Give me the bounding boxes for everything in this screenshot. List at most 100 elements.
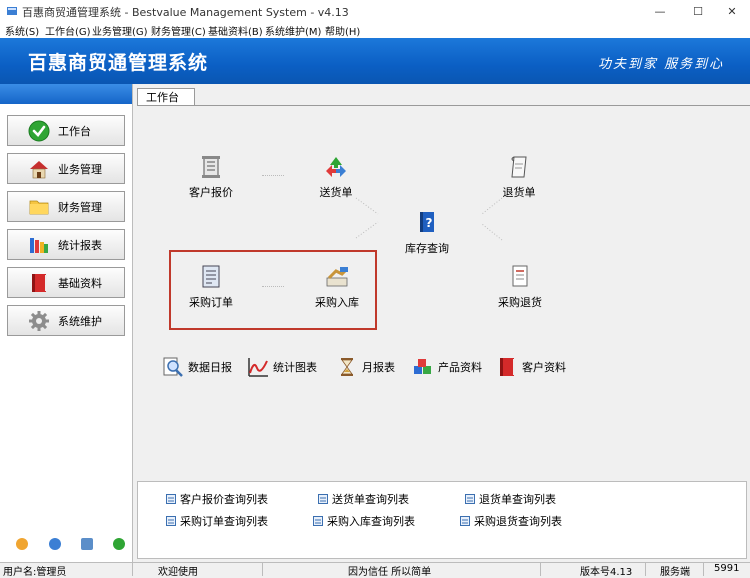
link-purchase-in-query[interactable]: 采购入库查询列表 <box>313 513 415 529</box>
magnifier-icon <box>163 357 183 377</box>
hourglass-icon <box>341 358 353 376</box>
list-icon <box>465 494 475 504</box>
link-delivery-query[interactable]: 送货单查询列表 <box>318 491 409 507</box>
title-bar: 百惠商贸通管理系统 - Bestvalue Management System … <box>0 0 750 22</box>
menu-finance[interactable]: 财务管理(C) <box>151 23 206 38</box>
red-book-icon <box>32 273 47 292</box>
link-label: 客户报价查询列表 <box>180 493 268 506</box>
paper-icon <box>511 156 527 178</box>
quick-link-customer-data[interactable]: 客户资料 <box>496 356 566 378</box>
quick-link-monthly-report[interactable]: 月报表 <box>336 356 395 378</box>
form-icon <box>202 265 220 288</box>
flow-customer-quote[interactable]: 客户报价 <box>183 154 239 200</box>
status-service-value: 5991 <box>714 563 740 574</box>
link-label: 采购入库查询列表 <box>327 515 415 528</box>
app-icon <box>7 7 17 15</box>
menu-bar: 系统(S) 工作台(G) 业务管理(G) 财务管理(C) 基础资料(B) 系统维… <box>0 22 750 38</box>
quick-link-product-data[interactable]: 产品资料 <box>412 356 482 378</box>
app-name: 百惠商贸通管理系统 <box>28 52 209 74</box>
sidebar-item-workbench[interactable]: 工作台 <box>7 115 125 146</box>
tab-divider <box>137 105 750 106</box>
close-icon: ✕ <box>727 4 737 18</box>
sidebar-item-label: 业务管理 <box>58 162 102 176</box>
red-book-icon <box>500 358 515 376</box>
menu-basic-data[interactable]: 基础资料(B) <box>208 23 263 38</box>
list-icon <box>166 494 176 504</box>
books-icon <box>30 237 48 253</box>
house-icon <box>30 160 48 178</box>
link-purchase-return-query[interactable]: 采购退货查询列表 <box>460 513 562 529</box>
menu-help[interactable]: 帮助(H) <box>325 23 360 38</box>
link-label: 采购退货查询列表 <box>474 515 562 528</box>
sidebar-item-label: 工作台 <box>58 124 91 138</box>
link-quote-query[interactable]: 客户报价查询列表 <box>166 491 268 507</box>
quick-link-label: 月报表 <box>362 361 395 374</box>
folder-icon <box>29 200 49 214</box>
flow-label: 客户报价 <box>189 186 233 199</box>
tab-workbench[interactable]: 工作台 <box>137 88 195 106</box>
scroll-icon <box>202 156 220 178</box>
link-purchase-order-query[interactable]: 采购订单查询列表 <box>166 513 268 529</box>
quick-link-stat-chart[interactable]: 统计图表 <box>247 356 317 378</box>
minimize-button[interactable]: — <box>642 0 678 22</box>
link-return-query[interactable]: 退货单查询列表 <box>465 491 556 507</box>
search-icon[interactable] <box>81 538 93 550</box>
sidebar-item-reports[interactable]: 统计报表 <box>7 229 125 260</box>
flow-purchase-return[interactable]: 采购退货 <box>492 264 548 310</box>
flow-purchase-in[interactable]: 采购入库 <box>309 264 365 310</box>
link-label: 退货单查询列表 <box>479 493 556 506</box>
header-banner: 百惠商贸通管理系统 功夫到家 服务到心 <box>0 38 750 84</box>
sidebar-item-maintenance[interactable]: 系统维护 <box>7 305 125 336</box>
sidebar-item-label: 财务管理 <box>58 200 102 214</box>
sidebar-item-label: 统计报表 <box>58 238 102 252</box>
close-button[interactable]: ✕ <box>714 0 750 22</box>
sidebar-item-finance[interactable]: 财务管理 <box>7 191 125 222</box>
flow-label: 采购订单 <box>189 296 233 309</box>
handshake-icon <box>326 267 348 287</box>
refresh-icon[interactable] <box>113 538 125 550</box>
status-separator <box>703 563 704 576</box>
quick-link-label: 产品资料 <box>438 361 482 374</box>
menu-maintenance[interactable]: 系统维护(M) <box>265 23 321 38</box>
flow-connector <box>262 286 284 287</box>
menu-system[interactable]: 系统(S) <box>5 23 39 38</box>
sidebar-item-label: 基础资料 <box>58 276 102 290</box>
clock-icon[interactable] <box>49 538 61 550</box>
flow-label: 采购退货 <box>498 296 542 309</box>
link-label: 送货单查询列表 <box>332 493 409 506</box>
sidebar-item-basic-data[interactable]: 基础资料 <box>7 267 125 298</box>
list-icon <box>460 516 470 526</box>
list-icon <box>313 516 323 526</box>
slogan: 功夫到家 服务到心 <box>598 57 725 72</box>
gear-icon <box>29 310 49 331</box>
menu-workbench[interactable]: 工作台(G) <box>45 23 91 38</box>
status-separator <box>262 563 263 576</box>
chart-icon <box>248 358 268 377</box>
flow-label: 送货单 <box>319 186 353 199</box>
status-separator <box>540 563 541 576</box>
sidebar-item-business[interactable]: 业务管理 <box>7 153 125 184</box>
maximize-icon: ☐ <box>693 4 703 18</box>
window-title: 百惠商贸通管理系统 - Bestvalue Management System … <box>22 6 349 19</box>
flow-purchase-order[interactable]: 采购订单 <box>183 264 239 310</box>
quick-link-label: 统计图表 <box>273 361 317 374</box>
document-icon <box>512 265 528 287</box>
list-icon <box>318 494 328 504</box>
link-label: 采购订单查询列表 <box>180 515 268 528</box>
sidebar-header <box>0 84 132 104</box>
flow-connector <box>262 175 284 176</box>
sidebar-item-label: 系统维护 <box>58 314 102 328</box>
maximize-button[interactable]: ☐ <box>680 0 716 22</box>
cubes-icon <box>414 359 431 374</box>
quick-link-label: 客户资料 <box>522 361 566 374</box>
menu-business[interactable]: 业务管理(G) <box>92 23 148 38</box>
edit-icon[interactable] <box>16 538 28 550</box>
quick-link-label: 数据日报 <box>188 361 232 374</box>
check-icon <box>28 120 50 141</box>
flow-label: 采购入库 <box>315 296 359 309</box>
flow-connectors <box>355 197 503 241</box>
recycle-icon <box>326 157 346 177</box>
status-separator <box>132 563 133 576</box>
quick-link-daily-report[interactable]: 数据日报 <box>162 356 232 378</box>
list-icon <box>166 516 176 526</box>
